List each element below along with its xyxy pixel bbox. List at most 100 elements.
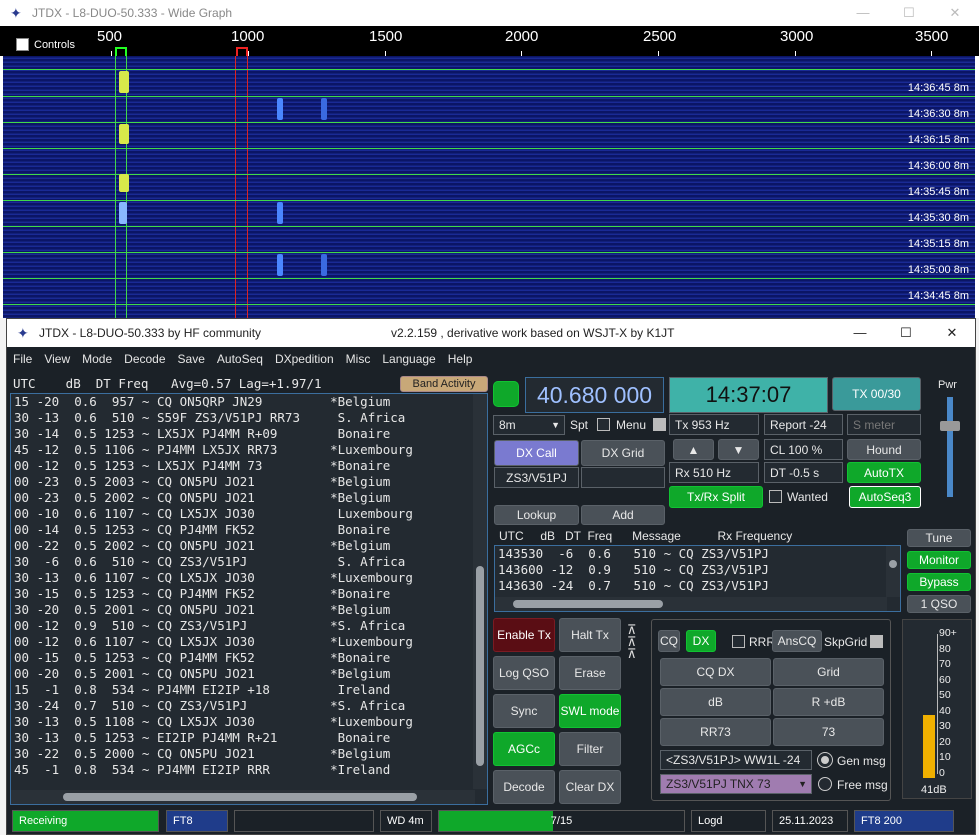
- wanted-checkbox[interactable]: [769, 490, 782, 503]
- controls-checkbox-box[interactable]: [16, 38, 29, 51]
- dx-grid-button[interactable]: DX Grid: [581, 440, 665, 466]
- decode-row[interactable]: 00 -23 0.5 2003 ~ CQ ON5PU JO21 *Belgium: [11, 474, 487, 490]
- halt-tx-button[interactable]: Halt Tx: [559, 618, 621, 652]
- 73-button[interactable]: 73: [773, 718, 884, 746]
- decode-row[interactable]: 15 -1 0.8 534 ~ PJ4MM EI2IP +18 Ireland: [11, 682, 487, 698]
- tx-freq-marker[interactable]: [236, 47, 248, 56]
- decode-row[interactable]: 30 -20 0.5 2001 ~ CQ ON5PU JO21 *Belgium: [11, 602, 487, 618]
- enable-tx-button[interactable]: Enable Tx: [493, 618, 555, 652]
- dt-field[interactable]: DT -0.5 s: [764, 462, 843, 483]
- grid-button[interactable]: Grid: [773, 658, 884, 686]
- menu-misc[interactable]: Misc: [346, 352, 371, 366]
- decode-horizontal-scrollbar[interactable]: [11, 790, 475, 804]
- txrx-split-button[interactable]: Tx/Rx Split: [669, 486, 763, 508]
- decode-row[interactable]: 00 -15 0.5 1253 ~ CQ PJ4MM FK52 *Bonaire: [11, 650, 487, 666]
- r-db-button[interactable]: R +dB: [773, 688, 884, 716]
- rx-frequency-list[interactable]: 143530 -6 0.6 510 ~ CQ ZS3/V51PJ 143600 …: [494, 545, 901, 612]
- decode-row[interactable]: 30 -14 0.5 1253 ~ LX5JX PJ4MM R+09 Bonai…: [11, 426, 487, 442]
- controls-checkbox[interactable]: Controls: [16, 38, 75, 51]
- decode-row[interactable]: 00 -10 0.6 1107 ~ CQ LX5JX JO30 Luxembou…: [11, 506, 487, 522]
- scrollbar-thumb[interactable]: [63, 793, 417, 801]
- report-field[interactable]: Report -24: [764, 414, 843, 435]
- sync-button[interactable]: Sync: [493, 694, 555, 728]
- monitor-button[interactable]: Monitor: [907, 551, 971, 569]
- decode-row[interactable]: 30 -15 0.5 1253 ~ CQ PJ4MM FK52 *Bonaire: [11, 586, 487, 602]
- decode-row[interactable]: 00 -22 0.5 2002 ~ CQ ON5PU JO21 *Belgium: [11, 538, 487, 554]
- log-qso-button[interactable]: Log QSO: [493, 656, 555, 690]
- cq-button[interactable]: CQ: [658, 630, 680, 652]
- band-select[interactable]: 8m ▼: [493, 415, 565, 435]
- decode-row[interactable]: 45 -12 0.5 1106 ~ PJ4MM LX5JX RR73 *Luxe…: [11, 442, 487, 458]
- decode-row[interactable]: 00 -12 0.9 510 ~ CQ ZS3/V51PJ *S. Africa: [11, 618, 487, 634]
- dx-call-button[interactable]: DX Call: [494, 440, 579, 466]
- decode-row[interactable]: 00 -23 0.5 2002 ~ CQ ON5PU JO21 *Belgium: [11, 490, 487, 506]
- scrollbar-thumb[interactable]: [476, 566, 484, 766]
- rx-row[interactable]: 143530 -6 0.6 510 ~ CQ ZS3/V51PJ: [495, 546, 900, 562]
- decode-row[interactable]: 15 -20 0.6 957 ~ CQ ON5QRP JN29 *Belgium: [11, 394, 487, 410]
- decode-row[interactable]: 30 -22 0.5 2000 ~ CQ ON5PU JO21 *Belgium: [11, 746, 487, 762]
- rx-frequency-field[interactable]: Rx 510 Hz: [669, 462, 759, 483]
- rx-horizontal-scrollbar[interactable]: [495, 597, 887, 611]
- dial-frequency[interactable]: 40.680 000: [525, 377, 664, 413]
- gen-msg-radio[interactable]: [817, 752, 833, 768]
- decode-row[interactable]: 30 -6 0.6 510 ~ CQ ZS3/V51PJ S. Africa: [11, 554, 487, 570]
- erase-button[interactable]: Erase: [559, 656, 621, 690]
- decode-row[interactable]: 30 -13 0.6 510 ~ S59F ZS3/V51PJ RR73 S. …: [11, 410, 487, 426]
- close-icon[interactable]: ✕: [932, 0, 978, 26]
- spt-checkbox[interactable]: [597, 418, 610, 431]
- menu-dxpedition[interactable]: DXpedition: [275, 352, 334, 366]
- menu-language[interactable]: Language: [382, 352, 435, 366]
- menu-help[interactable]: Help: [448, 352, 473, 366]
- minimize-icon[interactable]: —: [840, 0, 886, 26]
- maximize-icon[interactable]: ☐: [883, 319, 929, 347]
- rr73-button[interactable]: RR73: [660, 718, 771, 746]
- menu-mode[interactable]: Mode: [82, 352, 112, 366]
- cq-dx-button[interactable]: CQ DX: [660, 658, 771, 686]
- autotx-button[interactable]: AutoTX: [847, 462, 921, 483]
- clear-dx-button[interactable]: Clear DX: [559, 770, 621, 804]
- lookup-button[interactable]: Lookup: [494, 505, 579, 525]
- minimize-icon[interactable]: —: [837, 319, 883, 347]
- menu-view[interactable]: View: [44, 352, 70, 366]
- free-msg-radio[interactable]: [818, 777, 832, 791]
- waterfall[interactable]: 14:36:45 8m 14:36:30 8m 14:36:15 8m 14:3…: [3, 56, 975, 318]
- db-button[interactable]: dB: [660, 688, 771, 716]
- tx-counter-button[interactable]: TX 00/30: [832, 377, 921, 411]
- agcc-button[interactable]: AGCc: [493, 732, 555, 766]
- menu-file[interactable]: File: [13, 352, 32, 366]
- dx-call-field[interactable]: ZS3/V51PJ: [494, 467, 579, 488]
- menu-autoseq[interactable]: AutoSeq: [217, 352, 263, 366]
- free-msg-select[interactable]: ZS3/V51PJ TNX 73 ▼: [660, 774, 812, 794]
- one-qso-button[interactable]: 1 QSO: [907, 595, 971, 613]
- menu-decode[interactable]: Decode: [124, 352, 165, 366]
- tx-up-button[interactable]: ▲: [673, 439, 714, 460]
- decode-button[interactable]: Decode: [493, 770, 555, 804]
- rx-row[interactable]: 143630 -24 0.7 510 ~ CQ ZS3/V51PJ: [495, 578, 900, 594]
- dx-button[interactable]: DX: [686, 630, 716, 652]
- filter-button[interactable]: Filter: [559, 732, 621, 766]
- decode-vertical-scrollbar[interactable]: [473, 394, 487, 789]
- menu-checkbox[interactable]: [653, 418, 666, 431]
- band-activity-list[interactable]: 15 -20 0.6 957 ~ CQ ON5QRP JN29 *Belgium…: [10, 393, 488, 805]
- close-icon[interactable]: ✕: [929, 319, 975, 347]
- decode-row[interactable]: 00 -12 0.6 1107 ~ CQ LX5JX JO30 *Luxembo…: [11, 634, 487, 650]
- tab-arrows-icon[interactable]: ⊼ ⊼ ⊼: [627, 623, 637, 660]
- rx-freq-marker[interactable]: [115, 47, 127, 56]
- hound-button[interactable]: Hound: [847, 439, 921, 460]
- decode-row[interactable]: 45 -1 0.8 534 ~ PJ4MM EI2IP RRR *Ireland: [11, 762, 487, 778]
- maximize-icon[interactable]: ☐: [886, 0, 932, 26]
- decode-row[interactable]: 00 -20 0.5 2001 ~ CQ ON5PU JO21 *Belgium: [11, 666, 487, 682]
- decode-row[interactable]: 30 -24 0.7 510 ~ CQ ZS3/V51PJ *S. Africa: [11, 698, 487, 714]
- decode-row[interactable]: 30 -13 0.6 1107 ~ CQ LX5JX JO30 *Luxembo…: [11, 570, 487, 586]
- cl-field[interactable]: CL 100 %: [764, 439, 843, 460]
- gen-msg-field[interactable]: <ZS3/V51PJ> WW1L -24: [660, 750, 812, 770]
- decode-row[interactable]: 30 -13 0.5 1253 ~ EI2IP PJ4MM R+21 Bonai…: [11, 730, 487, 746]
- tx-frequency-field[interactable]: Tx 953 Hz: [669, 414, 759, 435]
- bypass-button[interactable]: Bypass: [907, 573, 971, 591]
- skpgrid-checkbox[interactable]: [870, 635, 883, 648]
- rx-row[interactable]: 143600 -12 0.9 510 ~ CQ ZS3/V51PJ: [495, 562, 900, 578]
- rx-vertical-scrollbar[interactable]: [886, 546, 900, 597]
- dx-grid-field[interactable]: [581, 467, 665, 488]
- rrr-checkbox[interactable]: [732, 635, 745, 648]
- tx-down-button[interactable]: ▼: [718, 439, 759, 460]
